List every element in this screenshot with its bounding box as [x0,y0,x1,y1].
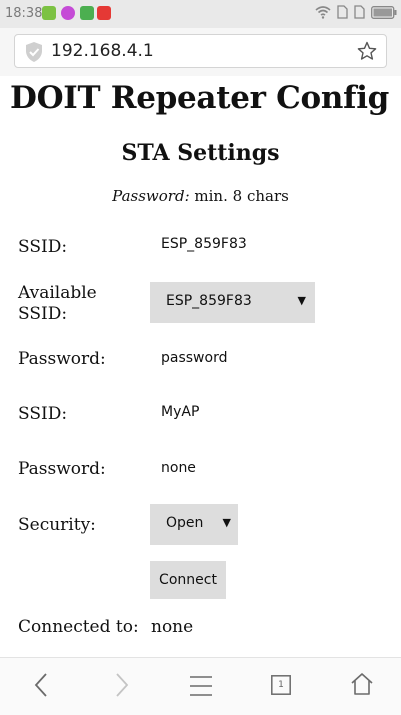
password-label: Password: [18,349,106,369]
status-bar: 18:38 [0,0,401,28]
plus-app-icon [42,6,56,20]
connected-to-label: Connected to: [18,617,139,637]
page-title: DOIT Repeater Config [10,80,390,116]
connected-to-value: none [151,617,194,637]
address-bar[interactable]: 192.168.4.1 [14,34,387,68]
ap-ssid-field[interactable]: MyAP [161,404,199,420]
back-icon[interactable] [32,672,52,698]
password-hint: Password: min. 8 chars [0,187,401,205]
sim-icon [337,5,348,19]
security-select[interactable]: Open ▼ [150,504,238,545]
shield-icon [26,42,42,62]
browser-toolbar: 192.168.4.1 [0,28,401,76]
ap-ssid-label: SSID: [18,404,68,424]
forward-icon[interactable] [111,672,131,698]
star-icon[interactable] [357,41,377,61]
available-ssid-select[interactable]: ESP_859F83 ▼ [150,282,315,323]
chevron-down-icon: ▼ [222,516,231,529]
e-browser-icon [61,6,75,20]
ap-password-field[interactable]: none [161,460,196,476]
available-ssid-label-line1: Available [18,283,97,303]
wifi-icon [315,6,331,19]
ssid-value: ESP_859F83 [161,236,247,252]
security-selected: Open [166,515,204,531]
gallery-app-icon [80,6,94,20]
status-time: 18:38 [5,6,43,21]
ap-password-label: Password: [18,459,106,479]
bottom-nav: 1 [0,657,401,715]
ssid-label: SSID: [18,237,68,257]
hint-text: min. 8 chars [189,187,289,205]
password-field[interactable]: password [161,350,227,366]
security-label: Security: [18,515,96,535]
chevron-down-icon: ▼ [297,294,306,307]
available-ssid-label: Available SSID: [18,283,97,325]
battery-icon [371,5,397,19]
menu-icon[interactable] [189,675,213,697]
section-title: STA Settings [121,140,280,166]
tabs-icon[interactable]: 1 [271,675,291,695]
url-text[interactable]: 192.168.4.1 [51,41,154,61]
hint-label: Password: [112,187,190,205]
available-ssid-label-line2: SSID: [18,304,68,324]
red-app-icon [97,6,111,20]
sim-icon [354,5,365,19]
home-icon[interactable] [350,672,374,696]
available-ssid-selected: ESP_859F83 [166,293,252,309]
connect-button[interactable]: Connect [150,561,226,599]
tab-count: 1 [278,680,284,690]
